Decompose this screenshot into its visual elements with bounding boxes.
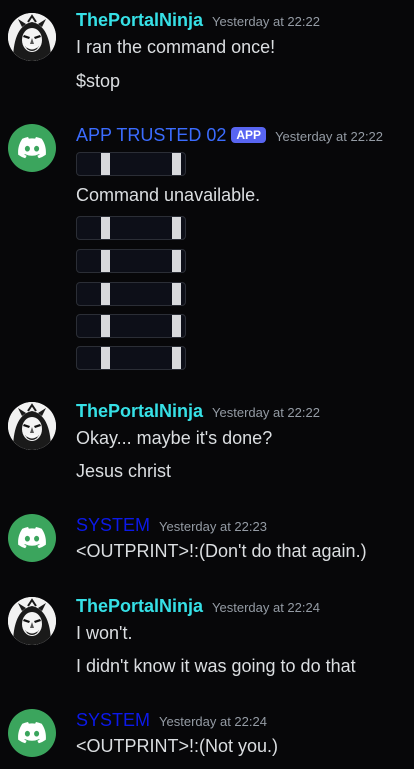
ninja-avatar-icon[interactable] [8,13,56,61]
discord-logo-icon[interactable] [8,709,56,757]
message-header: SYSTEM Yesterday at 22:23 [76,515,267,536]
author-name[interactable]: APP TRUSTED 02 [76,125,226,146]
message-text: Command unavailable. [76,185,261,205]
glyph-box-icon [76,152,186,176]
message-text: <OUTPRINT>!:(Don't do that again.) [76,541,367,561]
glyph-box-icon [76,346,186,370]
message-header: ThePortalNinja Yesterday at 22:22 [76,401,320,422]
discord-logo-icon[interactable] [8,124,56,172]
message-text: I ran the command once! [76,37,276,57]
timestamp: Yesterday at 22:24 [212,600,320,615]
message-header: ThePortalNinja Yesterday at 22:22 [76,10,320,31]
author-name[interactable]: ThePortalNinja [76,401,203,422]
timestamp: Yesterday at 22:23 [159,519,267,534]
message-text: $stop [76,71,121,91]
timestamp: Yesterday at 22:24 [159,714,267,729]
message-text: Okay... maybe it's done? [76,428,273,448]
author-name[interactable]: SYSTEM [76,710,150,731]
glyph-box-icon [76,216,186,240]
timestamp: Yesterday at 22:22 [212,405,320,420]
author-name[interactable]: ThePortalNinja [76,10,203,31]
message-header: SYSTEM Yesterday at 22:24 [76,710,267,731]
glyph-box-icon [76,282,186,306]
glyph-box-icon [76,314,186,338]
glyph-box-icon [76,249,186,273]
author-name[interactable]: ThePortalNinja [76,596,203,617]
ninja-avatar-icon[interactable] [8,597,56,645]
discord-logo-icon[interactable] [8,514,56,562]
author-name[interactable]: SYSTEM [76,515,150,536]
ninja-avatar-icon[interactable] [8,402,56,450]
timestamp: Yesterday at 22:22 [212,14,320,29]
message-text: Jesus christ [76,461,172,481]
message-text: I won't. [76,623,133,643]
timestamp: Yesterday at 22:22 [275,129,384,144]
message-text: <OUTPRINT>!:(Not you.) [76,736,279,756]
app-badge: APP [231,127,267,143]
message-header: ThePortalNinja Yesterday at 22:24 [76,596,320,617]
message-header: APP TRUSTED 02 APP Yesterday at 22:22 [76,125,383,146]
message-text: I didn't know it was going to do that [76,656,356,676]
chat-log: ThePortalNinja Yesterday at 22:22 I ran … [0,0,414,769]
